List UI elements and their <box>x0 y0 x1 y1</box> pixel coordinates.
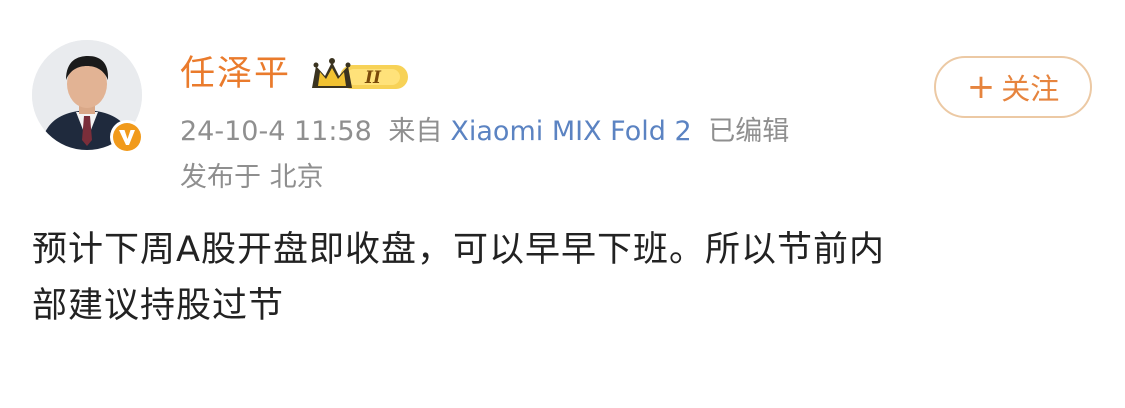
post-datetime: 24-10-4 11:58 <box>180 116 372 147</box>
member-crown-badge-icon[interactable]: II <box>310 56 412 96</box>
verified-icon <box>110 120 144 154</box>
post-meta: 24-10-4 11:58 来自 Xiaomi MIX Fold 2 已编辑 <box>180 114 797 150</box>
source-label: 来自 <box>388 116 443 147</box>
edited-label[interactable]: 已编辑 <box>708 116 789 147</box>
weibo-post: 任泽平 II 24-10-4 11:58 来自 Xiaomi MIX Fold 2… <box>0 0 1125 408</box>
follow-button[interactable]: + 关注 <box>934 56 1092 118</box>
post-text: 预计下周A股开盘即收盘，可以早早下班。所以节前内 部建议持股过节 <box>32 222 1072 334</box>
post-text-line: 部建议持股过节 <box>32 286 285 326</box>
follow-label: 关注 <box>1001 72 1060 106</box>
plus-icon: + <box>966 67 996 107</box>
post-text-line: 预计下周A股开盘即收盘，可以早早下班。所以节前内 <box>32 230 885 270</box>
device-link[interactable]: Xiaomi MIX Fold 2 <box>450 116 691 147</box>
badge-level: II <box>364 68 382 88</box>
post-location: 发布于 北京 <box>180 162 324 193</box>
user-name[interactable]: 任泽平 <box>180 50 291 98</box>
